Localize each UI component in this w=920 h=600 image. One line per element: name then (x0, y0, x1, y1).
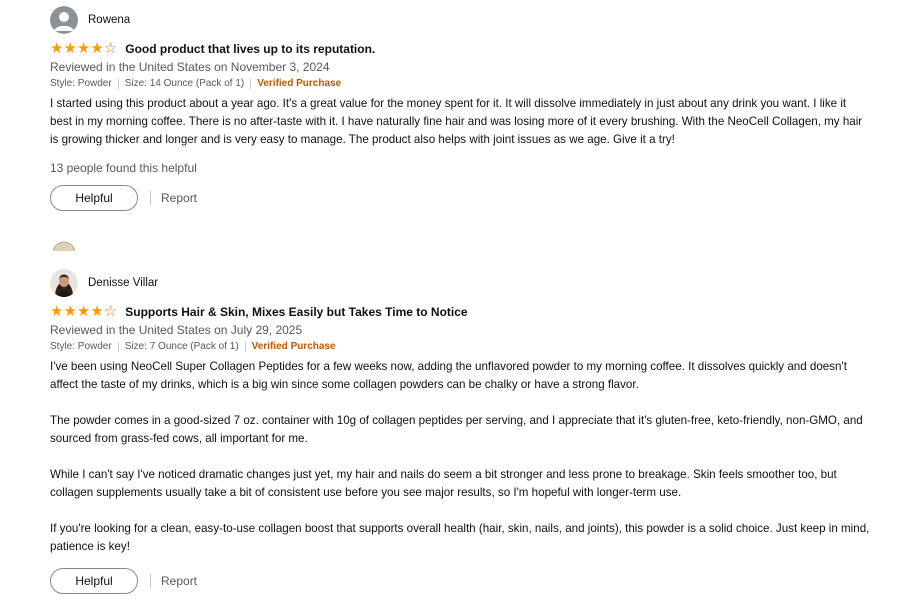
review-title[interactable]: Good product that lives up to its reputa… (125, 42, 375, 56)
size-label[interactable]: Size: 7 Ounce (Pack of 1) (125, 341, 239, 352)
star-full-icon: ★ (63, 40, 77, 57)
review-date: Reviewed in the United States on July 29… (50, 323, 303, 337)
review-body: I've been using NeoCell Super Collagen P… (50, 358, 870, 556)
style-label[interactable]: Style: Powder (50, 78, 112, 89)
helpful-count: 13 people found this helpful (50, 161, 197, 175)
star-rating[interactable]: ★ ★ ★ ★ ☆ (50, 303, 118, 320)
reviewer-name: Rowena (88, 14, 131, 26)
review-card: Rowena ★ ★ ★ ★ ☆ Good product that lives… (50, 5, 880, 211)
reviewer-name: Denisse Villar (88, 277, 159, 289)
user-photo-avatar (50, 269, 78, 297)
star-full-icon: ★ (90, 40, 104, 57)
meta-divider (244, 341, 246, 352)
reviewer-profile[interactable]: Rowena (50, 5, 880, 35)
star-rating[interactable]: ★ ★ ★ ★ ☆ (50, 40, 118, 57)
meta-divider (117, 78, 119, 89)
default-avatar-icon (50, 6, 78, 34)
star-full-icon: ★ (90, 303, 104, 320)
review-paragraph: If you're looking for a clean, easy-to-u… (50, 522, 870, 553)
action-divider (150, 191, 151, 205)
size-label[interactable]: Size: 14 Ounce (Pack of 1) (125, 78, 245, 89)
meta-divider (250, 78, 252, 89)
star-full-icon: ★ (76, 40, 91, 57)
star-empty-icon: ☆ (103, 40, 118, 57)
report-link[interactable]: Report (161, 191, 197, 205)
report-link[interactable]: Report (161, 574, 197, 588)
action-divider (150, 574, 151, 588)
review-paragraph: While I can't say I've noticed dramatic … (50, 468, 837, 499)
review-card: Denisse Villar ★ ★ ★ ★ ☆ Supports Hair &… (50, 268, 880, 594)
helpful-button[interactable]: Helpful (50, 568, 138, 594)
star-full-icon: ★ (63, 303, 77, 320)
review-title[interactable]: Supports Hair & Skin, Mixes Easily but T… (125, 305, 467, 319)
review-paragraph: I've been using NeoCell Super Collagen P… (50, 360, 847, 391)
style-label[interactable]: Style: Powder (50, 341, 112, 352)
review-paragraph: The powder comes in a good-sized 7 oz. c… (50, 414, 863, 445)
verified-purchase-badge: Verified Purchase (251, 341, 336, 352)
star-full-icon: ★ (50, 303, 64, 320)
helpful-button[interactable]: Helpful (50, 185, 138, 211)
reviewer-profile[interactable]: Denisse Villar (50, 268, 880, 298)
star-full-icon: ★ (50, 40, 64, 57)
star-full-icon: ★ (76, 303, 91, 320)
meta-divider (117, 341, 119, 352)
verified-purchase-badge: Verified Purchase (257, 78, 342, 89)
review-body: I started using this product about a yea… (50, 95, 870, 149)
review-date: Reviewed in the United States on Novembe… (50, 60, 330, 74)
review-paragraph: I started using this product about a yea… (50, 97, 863, 146)
partial-avatar (52, 241, 76, 251)
star-empty-icon: ☆ (103, 303, 118, 320)
